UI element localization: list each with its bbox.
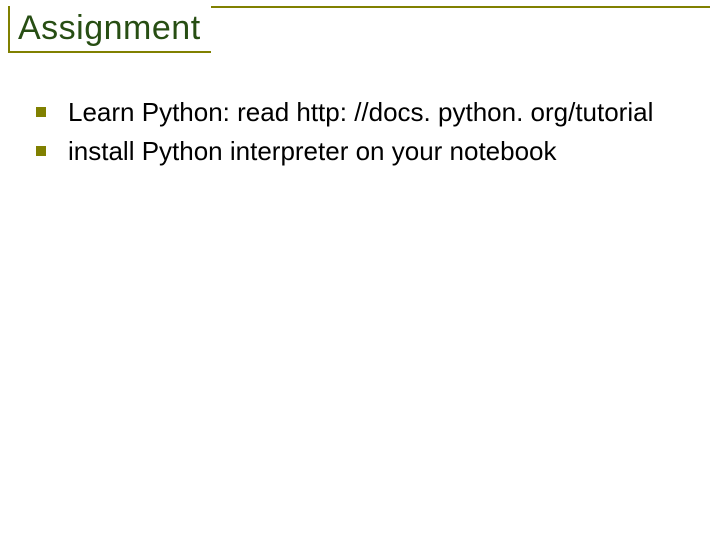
- list-item-text: Learn Python: read http: //docs. python.…: [68, 96, 653, 129]
- square-bullet-icon: [36, 107, 46, 117]
- slide: Assignment Learn Python: read http: //do…: [0, 0, 720, 540]
- list-item: Learn Python: read http: //docs. python.…: [36, 96, 684, 129]
- title-container: Assignment: [8, 6, 211, 53]
- body: Learn Python: read http: //docs. python.…: [36, 96, 684, 173]
- slide-title: Assignment: [18, 10, 207, 47]
- square-bullet-icon: [36, 146, 46, 156]
- list-item: install Python interpreter on your noteb…: [36, 135, 684, 168]
- list-item-text: install Python interpreter on your noteb…: [68, 135, 557, 168]
